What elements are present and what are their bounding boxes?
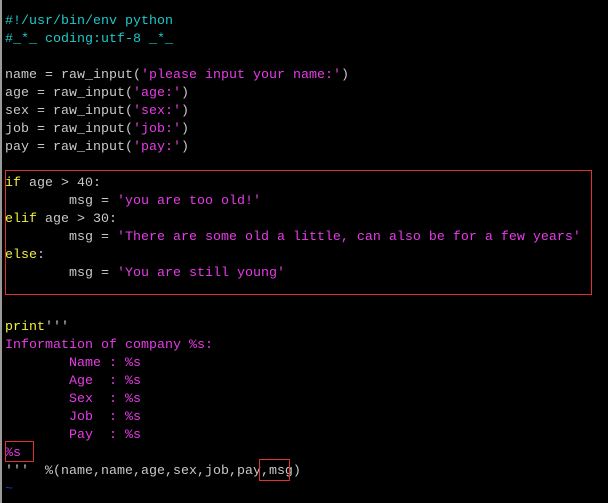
code-token-normal: )	[340, 68, 349, 83]
code-token-normal: msg =	[5, 194, 117, 209]
code-line: pay = raw_input('pay:')	[5, 139, 581, 157]
code-line: ~	[5, 481, 581, 499]
code-token-string: Pay : %s	[5, 428, 141, 443]
code-line: Age : %s	[5, 373, 581, 391]
code-token-normal: age > 30:	[37, 212, 117, 227]
code-token-normal: ''' %(name,name,age,sex,job,pay,msg)	[5, 464, 301, 479]
code-token-normal: name = raw_input(	[5, 68, 141, 83]
code-token-normal: age = raw_input(	[5, 86, 133, 101]
code-token-normal: msg =	[5, 230, 117, 245]
code-line: Pay : %s	[5, 427, 581, 445]
empty-line-tilde: ~	[5, 482, 13, 497]
code-token-normal: )	[180, 104, 189, 119]
code-line: ~	[5, 499, 581, 503]
code-token-string: 'age:'	[132, 86, 181, 101]
code-token-comment: #_*_ coding:utf-8 _*_	[5, 32, 173, 47]
code-token-keyword: elif	[5, 212, 37, 227]
code-area[interactable]: #!/usr/bin/env python #_*_ coding:utf-8 _…	[5, 13, 581, 503]
code-line: sex = raw_input('sex:')	[5, 103, 581, 121]
code-line: #_*_ coding:utf-8 _*_	[5, 31, 581, 49]
code-token-string: Information of company %s:	[5, 338, 213, 353]
code-line: msg = 'There are some old a little, can …	[5, 229, 581, 247]
code-token-normal: pay = raw_input(	[5, 140, 133, 155]
code-line: Sex : %s	[5, 391, 581, 409]
code-token-string: 'pay:'	[132, 140, 181, 155]
code-token-string: 'There are some old a little, can also b…	[116, 230, 581, 245]
terminal-editor[interactable]: #!/usr/bin/env python #_*_ coding:utf-8 _…	[0, 0, 608, 503]
code-line: age = raw_input('age:')	[5, 85, 581, 103]
code-token-normal: )	[180, 122, 189, 137]
code-token-string: Job : %s	[5, 410, 141, 425]
code-line: else:	[5, 247, 581, 265]
code-token-keyword: else	[5, 248, 37, 263]
code-token-string: 'job:'	[132, 122, 181, 137]
code-token-normal: sex = raw_input(	[5, 104, 133, 119]
code-token-string: 'You are still young'	[116, 266, 285, 281]
code-line: ''' %(name,name,age,sex,job,pay,msg)	[5, 463, 581, 481]
code-line: print'''	[5, 319, 581, 337]
code-line: Name : %s	[5, 355, 581, 373]
code-line: %s	[5, 445, 581, 463]
code-token-keyword: if	[5, 176, 21, 191]
code-token-keyword: print	[5, 320, 45, 335]
code-line: job = raw_input('job:')	[5, 121, 581, 139]
code-token-string: 'you are too old!'	[116, 194, 261, 209]
code-token-normal: )	[180, 86, 189, 101]
code-token-string: Sex : %s	[5, 392, 141, 407]
code-token-normal: msg =	[5, 266, 117, 281]
code-token-string: %s	[5, 446, 21, 461]
code-token-string: 'please input your name:'	[140, 68, 341, 83]
code-token-normal: )	[180, 140, 189, 155]
code-token-string: 'sex:'	[132, 104, 181, 119]
code-token-normal: age > 40:	[21, 176, 101, 191]
code-line: Job : %s	[5, 409, 581, 427]
code-token-string: Name : %s	[5, 356, 141, 371]
code-line: msg = 'you are too old!'	[5, 193, 581, 211]
code-token-comment: #!/usr/bin/env python	[5, 14, 173, 29]
code-line: if age > 40:	[5, 175, 581, 193]
code-line: msg = 'You are still young'	[5, 265, 581, 283]
code-token-string: Age : %s	[5, 374, 141, 389]
code-line: Information of company %s:	[5, 337, 581, 355]
code-token-normal: job = raw_input(	[5, 122, 133, 137]
code-token-normal: :	[37, 248, 45, 263]
code-line: #!/usr/bin/env python	[5, 13, 581, 31]
code-token-normal: '''	[45, 320, 69, 335]
code-line: elif age > 30:	[5, 211, 581, 229]
code-line: name = raw_input('please input your name…	[5, 67, 581, 85]
